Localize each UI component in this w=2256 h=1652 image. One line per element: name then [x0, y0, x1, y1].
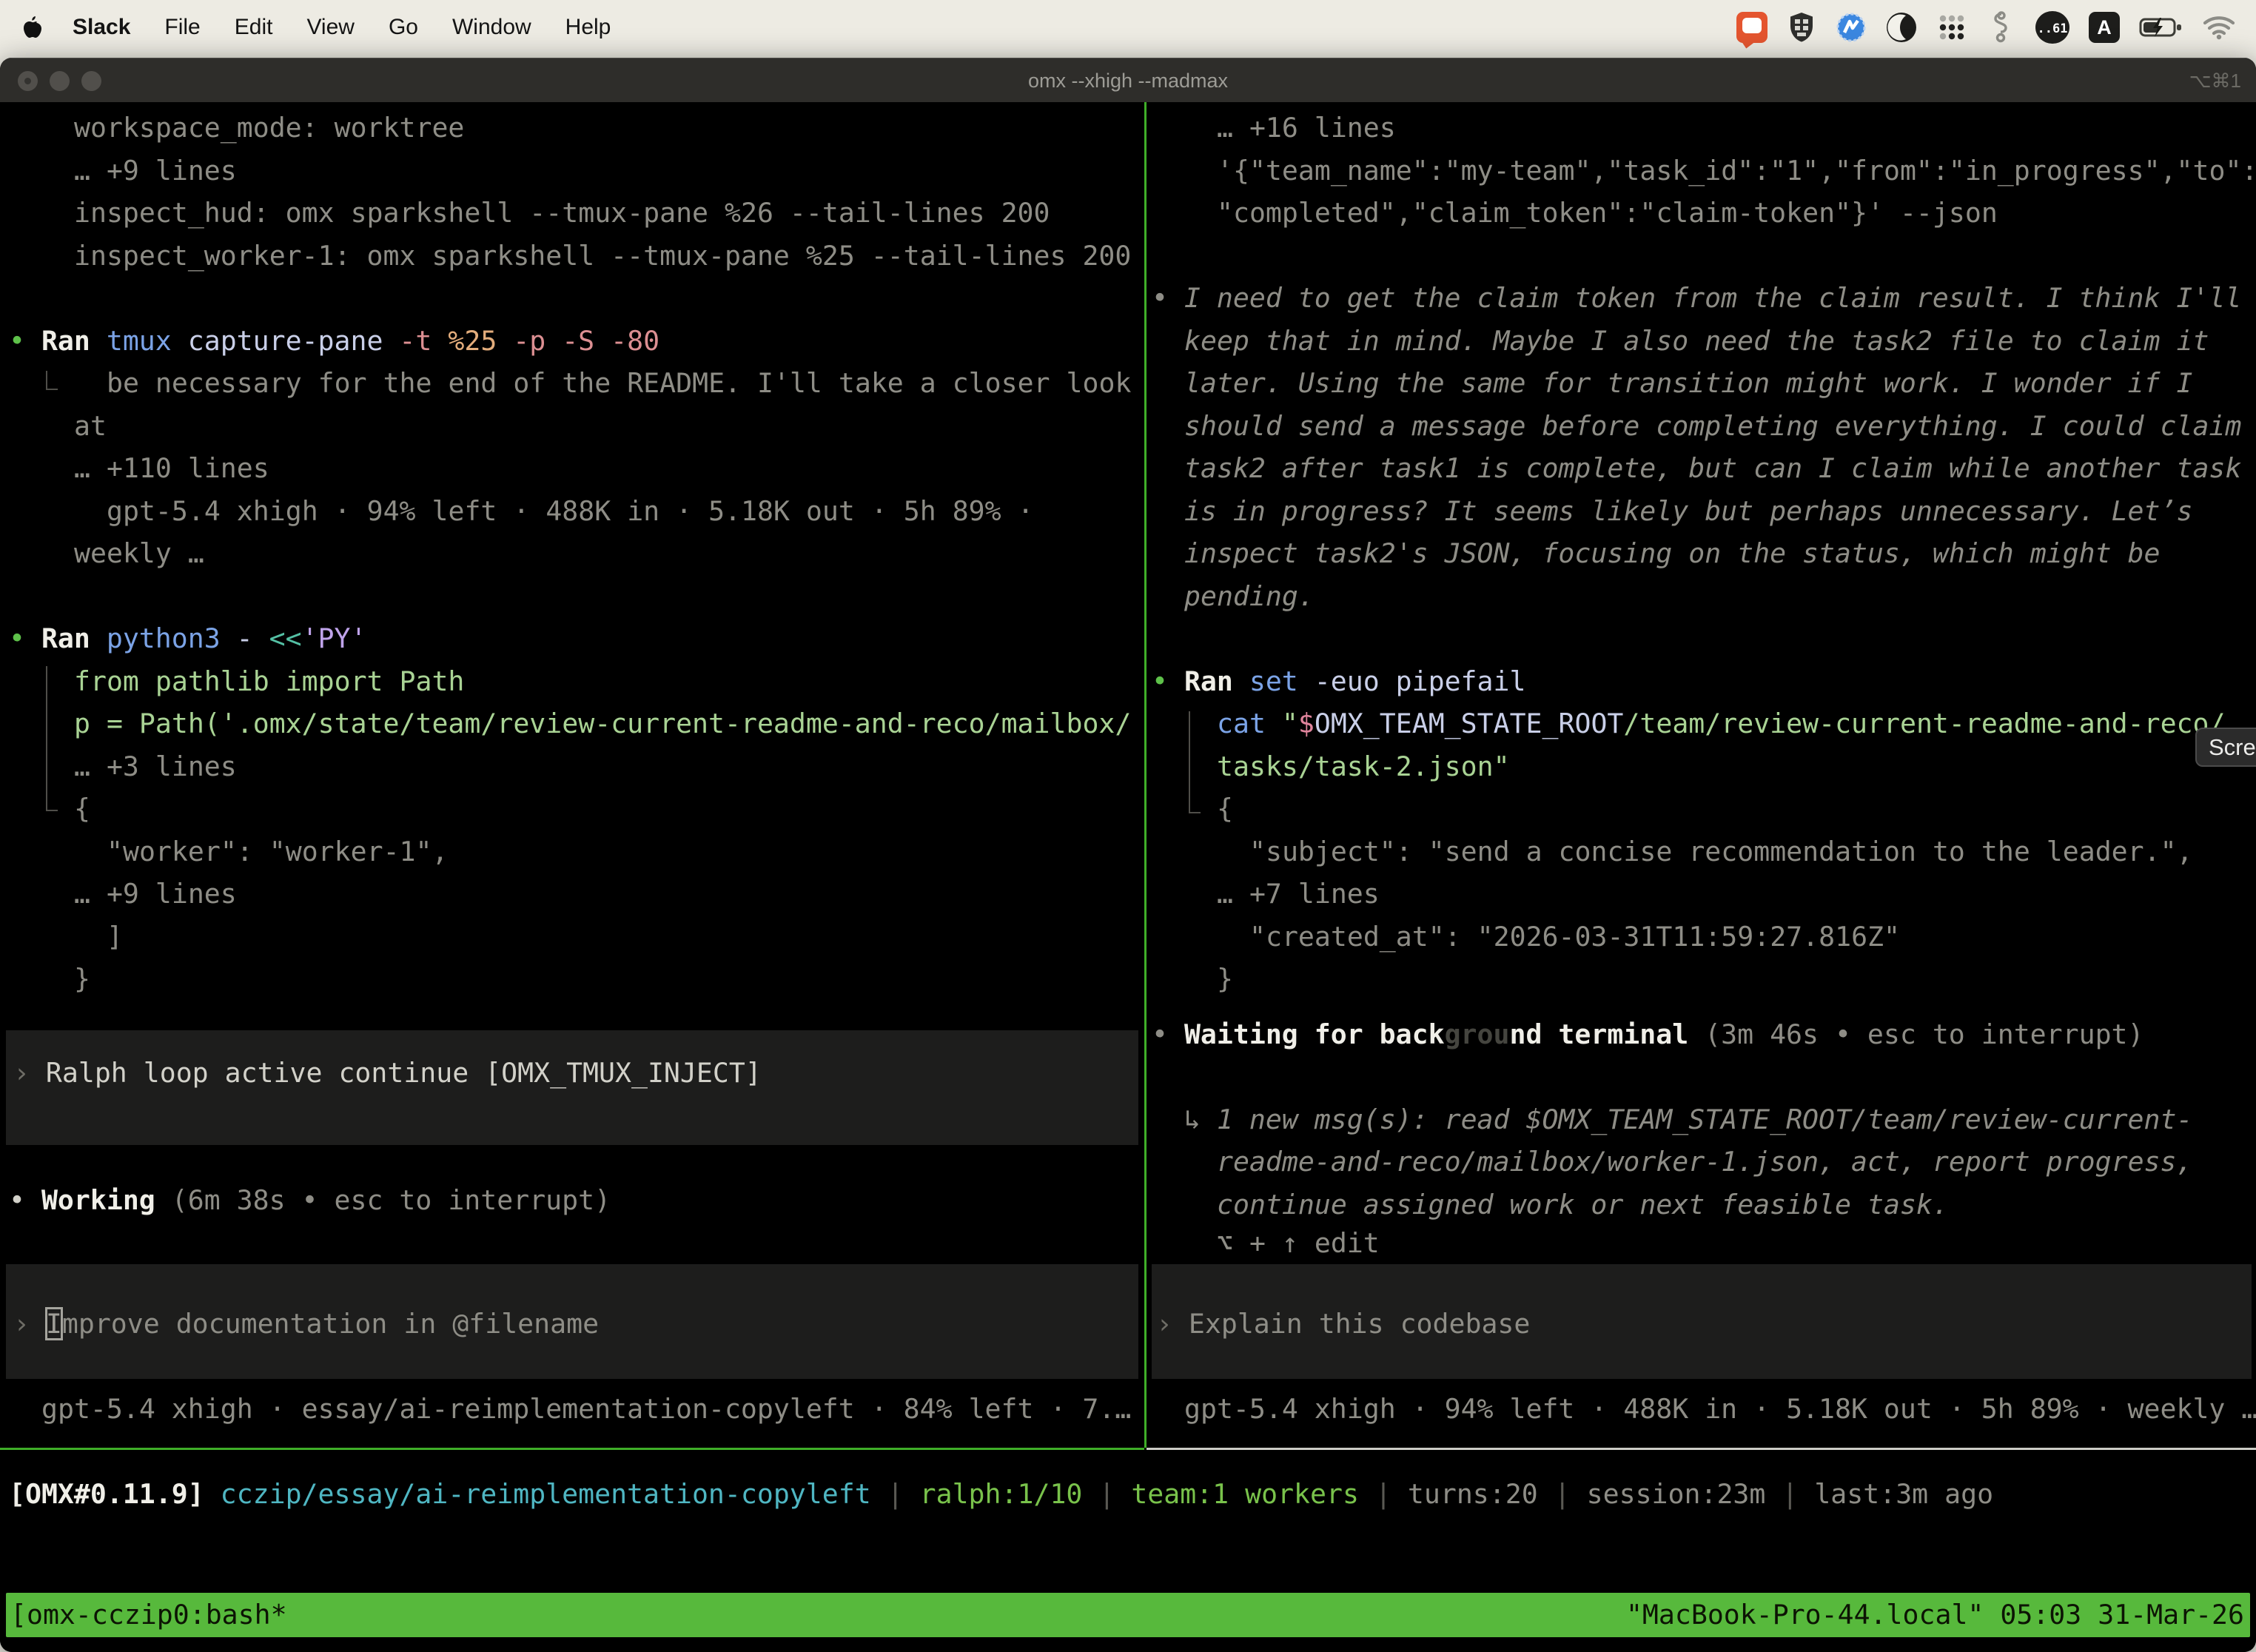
menu-item-window[interactable]: Window [452, 15, 531, 40]
tmux-session-label: [omx-cczip0:bash* [10, 1593, 287, 1637]
pane-border-inactive [1147, 1448, 2256, 1450]
menu-item-view[interactable]: View [306, 15, 354, 40]
omx-status-line: [OMX#0.11.9] cczip/essay/ai-reimplementa… [9, 1473, 1993, 1516]
window-titlebar[interactable]: omx --xhigh --madmax ⌥⌘1 [0, 58, 2256, 102]
bolt-circle-icon[interactable] [1836, 11, 1867, 44]
a-badge-icon[interactable]: A [2089, 11, 2120, 44]
menu-item-edit[interactable]: Edit [235, 15, 273, 40]
chat-icon[interactable] [1736, 11, 1767, 44]
status-icons: ..61 A [1736, 11, 2235, 44]
window-shortcut: ⌥⌘1 [2189, 58, 2241, 103]
terminal-window: omx --xhigh --madmax ⌥⌘1 workspace_mode:… [0, 58, 2256, 1652]
macos-menu-bar: Slack File Edit View Go Window Help ..61 A [0, 0, 2256, 55]
tmux-host-clock: "MacBook-Pro-44.local" 05:03 31-Mar-26 [1626, 1593, 2244, 1637]
terminal-content[interactable]: workspace_mode: worktree… +9 linesinspec… [0, 102, 2256, 1652]
apple-logo-icon[interactable] [21, 14, 43, 41]
wifi-icon[interactable] [2203, 11, 2235, 44]
menu-item-go[interactable]: Go [389, 15, 418, 40]
battery-icon[interactable] [2139, 11, 2183, 44]
tmux-status-bar: [omx-cczip0:bash* "MacBook-Pro-44.local"… [6, 1593, 2250, 1637]
grid-dots-icon[interactable] [1936, 11, 1967, 44]
crescent-circle-icon[interactable] [1886, 11, 1917, 44]
count-badge-icon[interactable]: ..61 [2035, 11, 2069, 44]
squiggle-icon[interactable] [1987, 11, 2016, 44]
menu-item-help[interactable]: Help [565, 15, 611, 40]
shield-icon[interactable] [1787, 11, 1816, 44]
window-title: omx --xhigh --madmax [0, 58, 2256, 103]
pane-border-active [0, 1448, 1144, 1450]
screen-tooltip: Scre [2195, 728, 2256, 767]
menu-item-slack[interactable]: Slack [73, 15, 130, 40]
menu-item-file[interactable]: File [164, 15, 200, 40]
pane-bottom: [OMX#0.11.9] cczip/essay/ai-reimplementa… [0, 102, 2256, 1652]
menu-items: Slack File Edit View Go Window Help [73, 15, 611, 40]
pane-divider[interactable] [1144, 102, 1147, 1448]
